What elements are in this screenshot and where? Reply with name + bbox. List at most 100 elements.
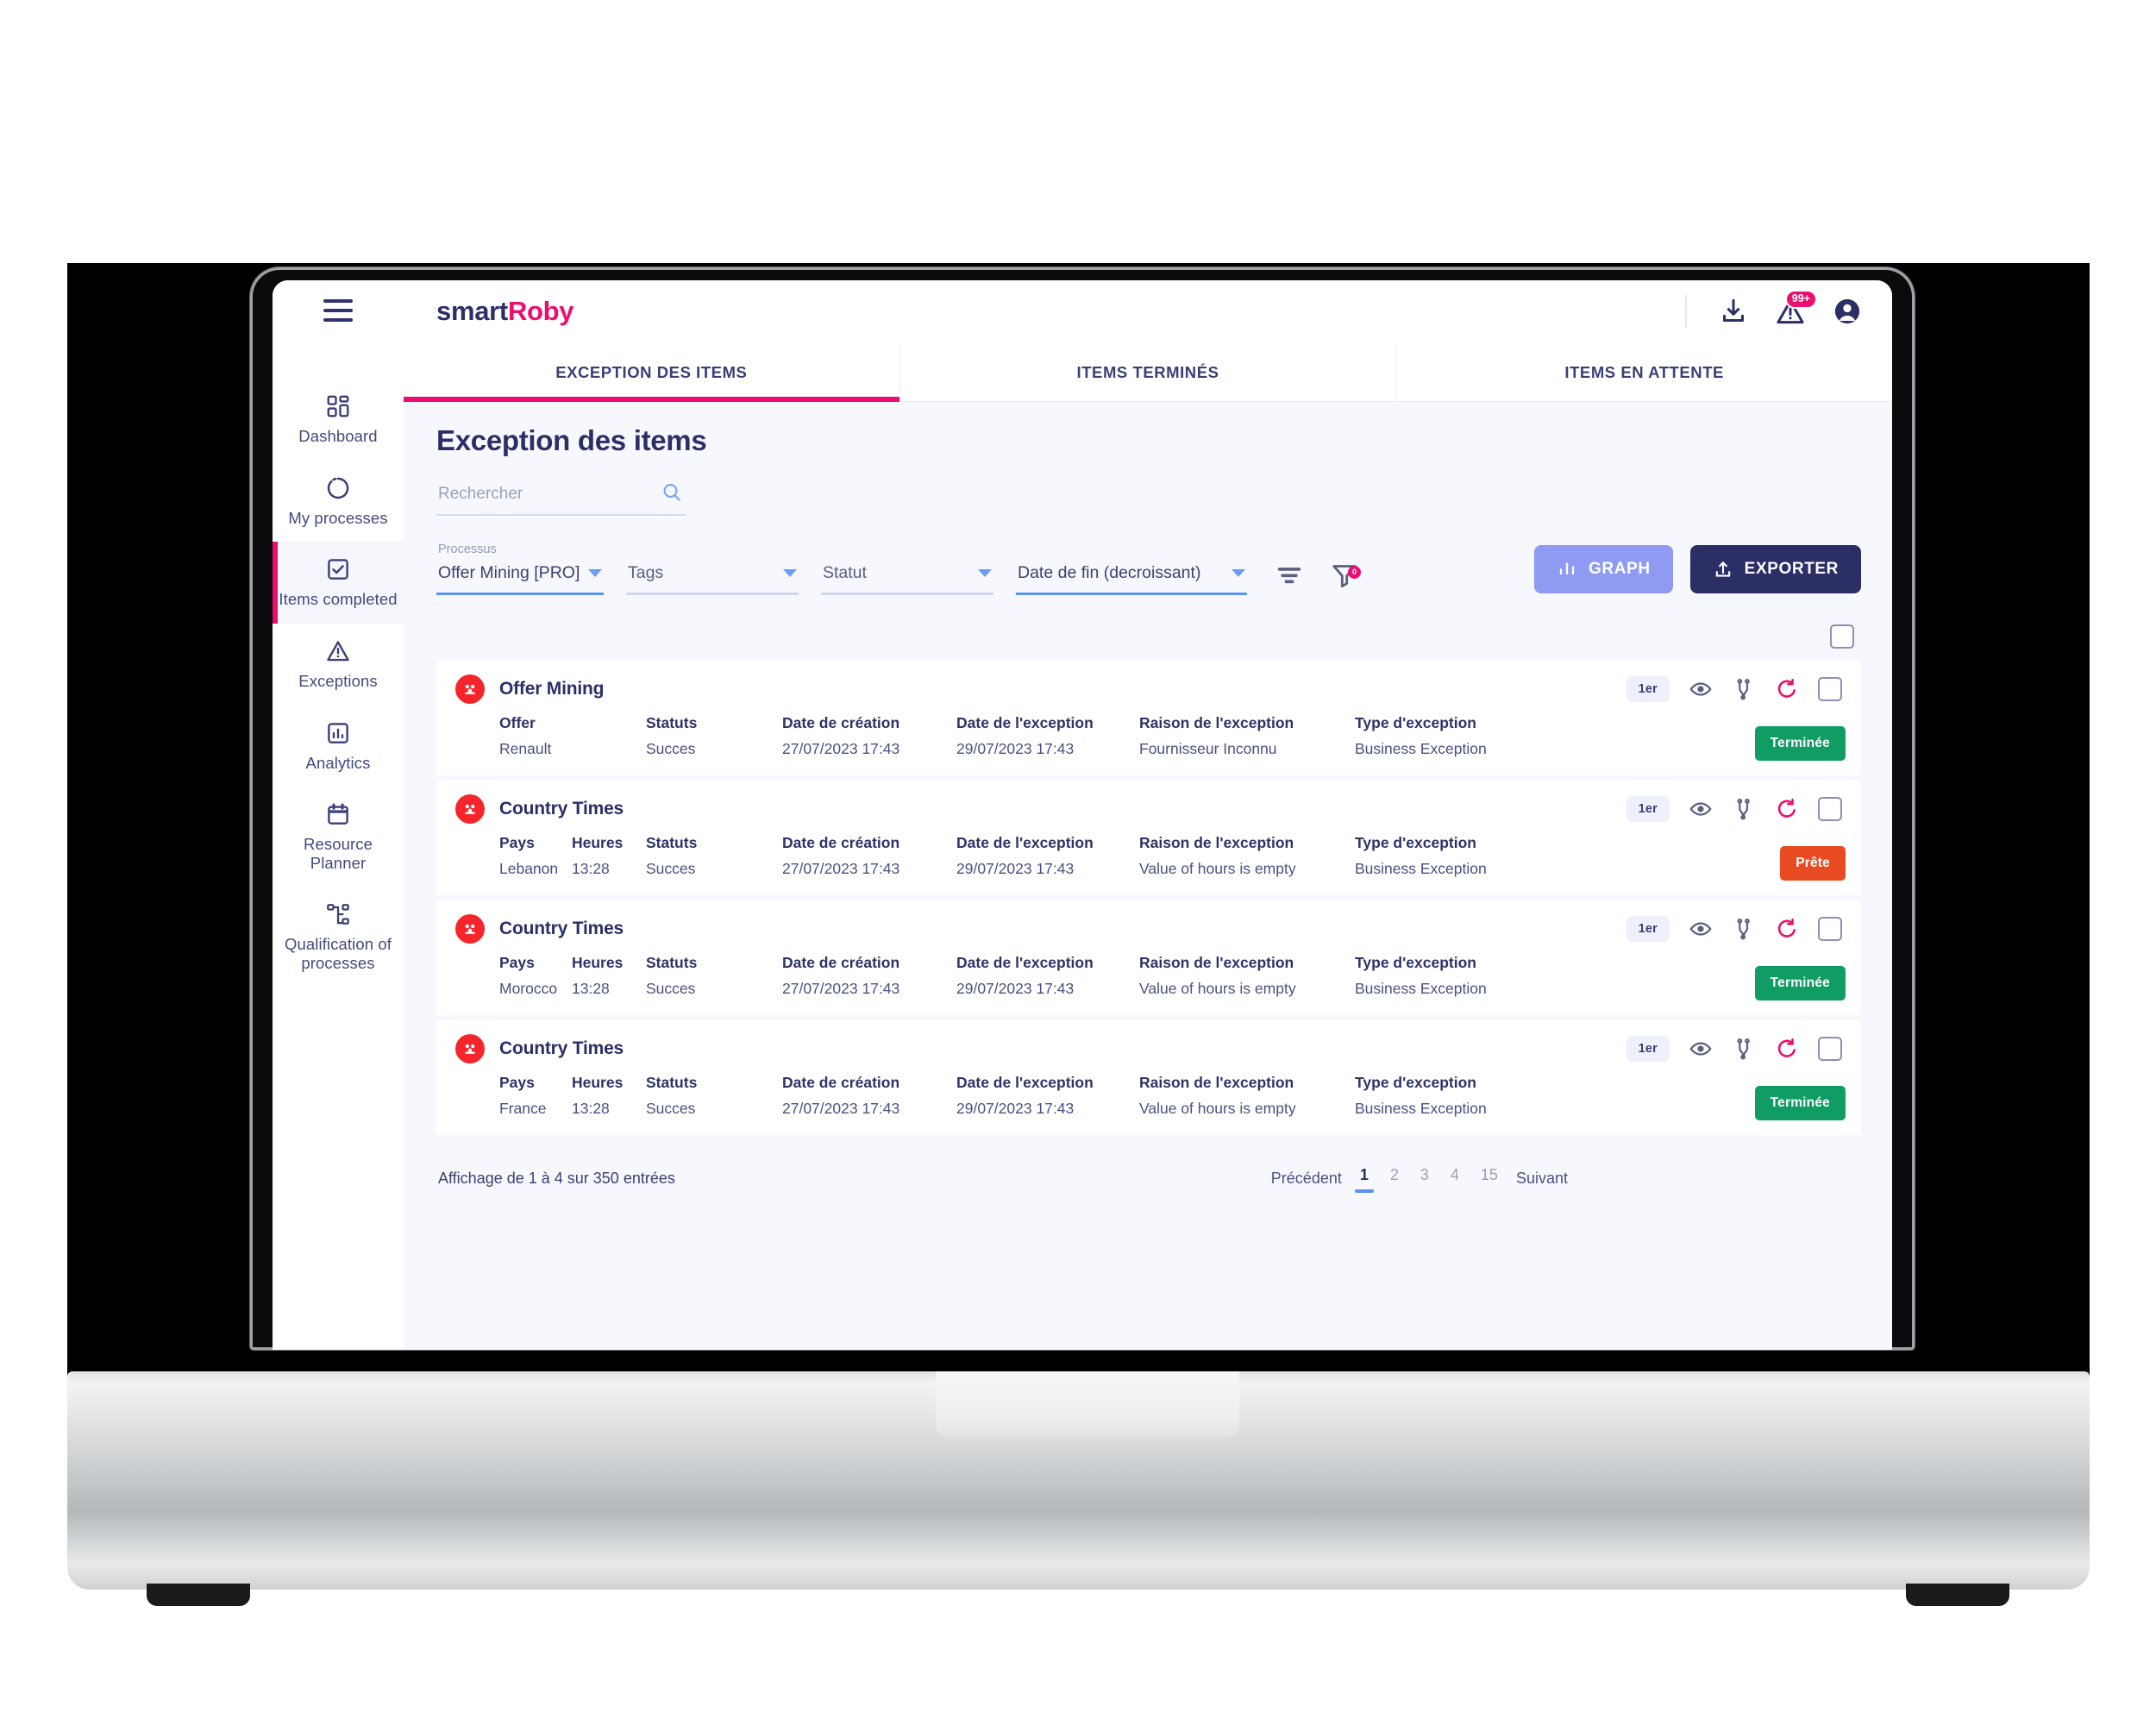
field-header: Raison de l'exception bbox=[1139, 954, 1294, 971]
field-header: Type d'exception bbox=[1355, 834, 1476, 851]
pagination: Précédent 1 2 3 4 15 Suivant bbox=[1271, 1164, 1568, 1193]
field-date-exception: Date de l'exception 29/07/2023 17:43 bbox=[956, 834, 1139, 878]
filter-processus: Processus Offer Mining [PRO] bbox=[436, 543, 604, 595]
row-checkbox[interactable] bbox=[1818, 797, 1842, 821]
table-row[interactable]: Country Times 1er bbox=[436, 900, 1861, 1015]
chevron-down-icon bbox=[588, 569, 603, 577]
eye-icon[interactable] bbox=[1689, 677, 1713, 701]
field-header: Offer bbox=[499, 714, 536, 731]
status-badge: Terminée bbox=[1754, 726, 1846, 761]
user-avatar-icon[interactable] bbox=[1832, 296, 1863, 327]
table-row[interactable]: Offer Mining 1er Offer Renault Statuts S… bbox=[436, 661, 1861, 775]
process-red-icon bbox=[455, 914, 485, 944]
sort-lines-icon[interactable] bbox=[1275, 561, 1304, 590]
funnel-icon[interactable]: 0 bbox=[1330, 561, 1361, 590]
row-process-name: Country Times bbox=[499, 919, 624, 938]
tab-items-termines[interactable]: ITEMS TERMINÉS bbox=[900, 342, 1397, 401]
status-badge: Prête bbox=[1780, 846, 1846, 881]
pagination-next[interactable]: Suivant bbox=[1516, 1170, 1568, 1188]
row-process-name: Offer Mining bbox=[499, 679, 605, 699]
filter-tri: Date de fin (decroissant) bbox=[1016, 561, 1247, 595]
table-row[interactable]: Country Times 1er bbox=[436, 1020, 1861, 1135]
sidebar-item-my-processes[interactable]: My processes bbox=[273, 461, 404, 543]
select-all-row bbox=[436, 595, 1861, 661]
tab-items-en-attente[interactable]: ITEMS EN ATTENTE bbox=[1396, 342, 1892, 401]
field-header: Pays bbox=[499, 1074, 535, 1091]
row-checkbox[interactable] bbox=[1818, 917, 1842, 941]
retry-arrow-icon[interactable] bbox=[1775, 917, 1799, 941]
sidebar-item-label: My processes bbox=[288, 508, 388, 527]
sidebar-item-label: Dashboard bbox=[298, 427, 378, 445]
eye-icon[interactable] bbox=[1689, 797, 1713, 821]
field-value: 29/07/2023 17:43 bbox=[956, 1100, 1075, 1117]
filter-tags-select[interactable]: Tags bbox=[626, 561, 799, 595]
compare-icon[interactable] bbox=[1732, 797, 1756, 821]
process-red-icon bbox=[455, 794, 485, 824]
filter-processus-select[interactable]: Offer Mining [PRO] bbox=[436, 561, 604, 595]
eye-icon[interactable] bbox=[1689, 917, 1713, 941]
field-value: 29/07/2023 17:43 bbox=[956, 980, 1075, 997]
laptop-notch bbox=[936, 1371, 1239, 1439]
graph-button[interactable]: GRAPH bbox=[1534, 545, 1673, 593]
field-value: Succes bbox=[646, 1100, 696, 1117]
pagination-page-1[interactable]: 1 bbox=[1354, 1164, 1374, 1193]
field-value: Renault bbox=[499, 740, 552, 757]
warning-triangle-icon[interactable]: 99+ bbox=[1775, 290, 1817, 327]
compare-icon[interactable] bbox=[1732, 1037, 1756, 1061]
top-bar: smartRoby 99+ bbox=[404, 280, 1892, 342]
field-value: Fournisseur Inconnu bbox=[1139, 740, 1277, 757]
field-pays: Pays Morocco bbox=[499, 954, 572, 998]
filter-processus-caption: Processus bbox=[438, 543, 497, 556]
hamburger-icon[interactable] bbox=[323, 299, 353, 322]
field-value: 27/07/2023 17:43 bbox=[782, 1100, 900, 1117]
pagination-prev[interactable]: Précédent bbox=[1271, 1170, 1342, 1188]
filter-statut: Statut bbox=[821, 561, 993, 595]
row-tools: 1er bbox=[1626, 916, 1842, 942]
retry-arrow-icon[interactable] bbox=[1775, 1037, 1799, 1061]
pagination-page-3[interactable]: 3 bbox=[1417, 1164, 1432, 1193]
retry-arrow-icon[interactable] bbox=[1775, 677, 1799, 701]
compare-icon[interactable] bbox=[1732, 917, 1756, 941]
field-header: Date de création bbox=[782, 834, 900, 851]
main-area: smartRoby 99+ EXCEPTION DES ITEMS ITEMS … bbox=[404, 280, 1892, 1350]
select-all-checkbox[interactable] bbox=[1830, 624, 1854, 649]
download-icon[interactable] bbox=[1718, 296, 1749, 327]
export-button[interactable]: EXPORTER bbox=[1689, 545, 1861, 593]
application-window: Dashboard My processes Items completed E… bbox=[273, 280, 1892, 1350]
field-header: Date de l'exception bbox=[956, 1074, 1094, 1091]
compare-icon[interactable] bbox=[1732, 677, 1756, 701]
row-checkbox[interactable] bbox=[1818, 1037, 1842, 1061]
chevron-down-icon bbox=[978, 569, 992, 577]
sidebar-item-resource-planner[interactable]: Resource Planner bbox=[273, 787, 404, 887]
field-offer: Offer Renault bbox=[499, 714, 646, 758]
field-header: Date de création bbox=[782, 954, 900, 971]
field-value: 27/07/2023 17:43 bbox=[782, 980, 900, 997]
tab-bar: EXCEPTION DES ITEMS ITEMS TERMINÉS ITEMS… bbox=[404, 342, 1892, 402]
filter-statut-select[interactable]: Statut bbox=[821, 561, 993, 595]
field-statuts: Statuts Succes bbox=[646, 714, 782, 758]
pagination-page-15[interactable]: 15 bbox=[1477, 1164, 1501, 1193]
sidebar-item-dashboard[interactable]: Dashboard bbox=[273, 379, 404, 461]
sidebar-nav: Dashboard My processes Items completed E… bbox=[273, 379, 404, 988]
sidebar-item-exceptions[interactable]: Exceptions bbox=[273, 624, 404, 706]
sidebar-item-analytics[interactable]: Analytics bbox=[273, 706, 404, 787]
eye-icon[interactable] bbox=[1689, 1037, 1713, 1061]
rank-badge: 1er bbox=[1626, 676, 1670, 702]
table-row[interactable]: Country Times 1er bbox=[436, 781, 1861, 895]
tab-exception-des-items[interactable]: EXCEPTION DES ITEMS bbox=[404, 342, 900, 402]
app-logo[interactable]: smartRoby bbox=[436, 296, 574, 327]
filter-tri-select[interactable]: Date de fin (decroissant) bbox=[1016, 561, 1247, 595]
circle-dashed-icon bbox=[325, 475, 351, 501]
search-input[interactable] bbox=[436, 481, 686, 516]
process-red-icon bbox=[455, 674, 485, 704]
pagination-page-2[interactable]: 2 bbox=[1387, 1164, 1402, 1193]
upload-icon bbox=[1713, 559, 1733, 580]
row-checkbox[interactable] bbox=[1818, 677, 1842, 701]
retry-arrow-icon[interactable] bbox=[1775, 797, 1799, 821]
sidebar-item-qualification-of-processes[interactable]: Qualification of processes bbox=[273, 887, 404, 987]
chevron-down-icon bbox=[1232, 569, 1245, 577]
sidebar-item-items-completed[interactable]: Items completed bbox=[273, 542, 404, 624]
search-icon[interactable] bbox=[661, 481, 683, 504]
field-header: Date de création bbox=[782, 714, 900, 731]
pagination-page-4[interactable]: 4 bbox=[1447, 1164, 1463, 1193]
